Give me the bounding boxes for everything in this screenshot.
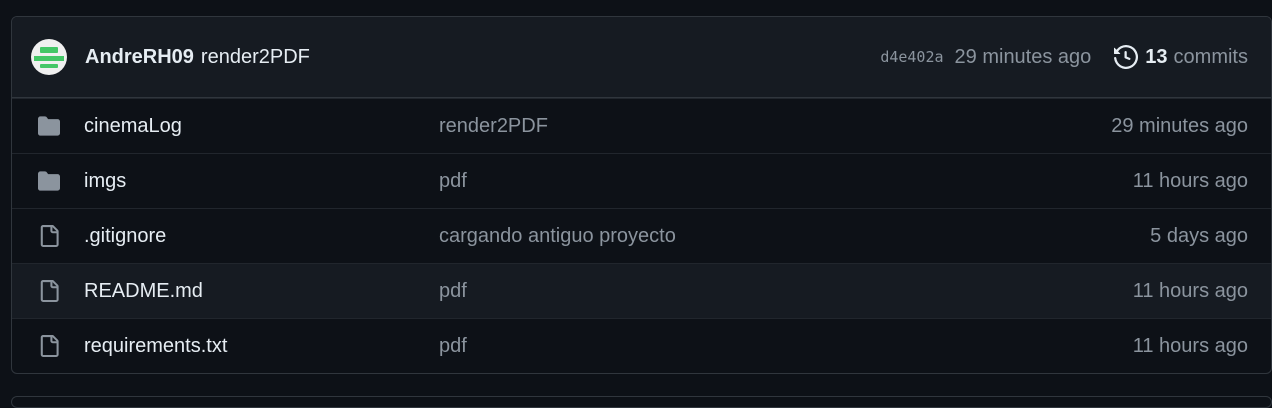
file-icon [36,224,62,248]
file-commit-time: 11 hours ago [1132,334,1248,357]
file-commit-message-link[interactable]: pdf [439,170,467,193]
avatar[interactable] [31,39,67,75]
next-panel-edge [11,396,1272,408]
commit-author-link[interactable]: AndreRH09 [85,46,194,69]
commits-label: commits [1173,45,1248,68]
folder-icon [36,169,62,193]
file-name-link[interactable]: cinemaLog [84,115,182,138]
commit-message-link[interactable]: render2PDF [201,46,310,69]
file-icon [36,279,62,303]
file-commit-time: 11 hours ago [1132,279,1248,302]
file-row[interactable]: cinemaLog render2PDF 29 minutes ago [12,98,1271,153]
file-commit-time: 5 days ago [1150,224,1248,247]
file-commit-message-link[interactable]: cargando antiguo proyecto [439,225,676,248]
commits-history-link[interactable]: 13 commits [1114,45,1248,69]
file-browser: AndreRH09 render2PDF d4e402a 29 minutes … [11,16,1272,374]
file-commit-message-link[interactable]: pdf [439,280,467,303]
file-commit-time: 29 minutes ago [1111,114,1248,137]
commits-count: 13 [1145,45,1168,68]
file-icon [36,334,62,358]
commit-sha-link[interactable]: d4e402a [880,48,943,66]
folder-icon [36,114,62,138]
file-commit-message-link[interactable]: pdf [439,335,467,358]
history-icon [1114,45,1139,69]
file-row[interactable]: .gitignore cargando antiguo proyecto 5 d… [12,208,1271,263]
file-name-link[interactable]: README.md [84,280,203,303]
commit-time: 29 minutes ago [954,45,1092,68]
file-name-link[interactable]: imgs [84,170,126,193]
file-row[interactable]: imgs pdf 11 hours ago [12,153,1271,208]
latest-commit-bar: AndreRH09 render2PDF d4e402a 29 minutes … [12,17,1271,98]
file-name-link[interactable]: requirements.txt [84,335,227,358]
file-commit-message-link[interactable]: render2PDF [439,115,548,138]
file-commit-time: 11 hours ago [1132,169,1248,192]
file-row[interactable]: README.md pdf 11 hours ago [12,263,1271,318]
file-name-link[interactable]: .gitignore [84,225,166,248]
file-row[interactable]: requirements.txt pdf 11 hours ago [12,318,1271,373]
